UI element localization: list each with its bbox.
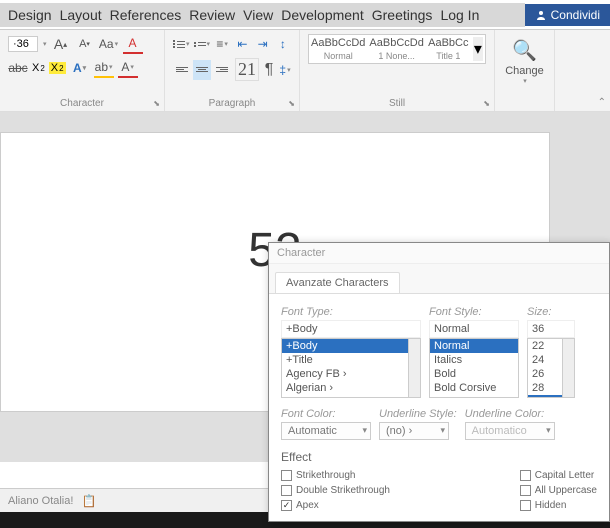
clear-formatting-button[interactable]: A (123, 34, 143, 54)
character-group-label: Character (60, 98, 104, 109)
increase-indent-button[interactable]: ⇥ (255, 34, 271, 54)
align-center-button[interactable] (193, 60, 211, 80)
numbered-list-button[interactable]: ▾ (194, 34, 211, 54)
font-style-label: Font Style: (429, 306, 519, 318)
expand-icon[interactable]: ⬊ (153, 99, 160, 108)
multilevel-list-button[interactable]: ≡▾ (214, 34, 230, 54)
align-right-button[interactable] (213, 60, 231, 80)
styles-group: AaBbCcDd Normal AaBbCcDd 1 None... AaBbC… (300, 30, 495, 111)
tab-advanced-characters[interactable]: Avanzate Characters (275, 272, 400, 293)
font-size-input[interactable]: ·36 (8, 36, 38, 52)
status-icon[interactable]: 📋 (81, 494, 96, 508)
underline-style-dropdown[interactable]: (no) › (379, 422, 449, 440)
collapse-ribbon-button[interactable]: ⌃ (598, 97, 606, 108)
style-title1[interactable]: AaBbCc Title 1 (428, 37, 469, 61)
grow-font-button[interactable]: A▴ (51, 34, 71, 54)
paragraph-mark-button[interactable]: ¶ (263, 60, 275, 80)
strikethrough-button[interactable]: abc (8, 58, 28, 78)
font-style-value[interactable]: Normal (429, 320, 519, 338)
sort-button[interactable]: ↕ (275, 34, 291, 54)
character-dialog: Character Avanzate Characters Font Type:… (268, 242, 610, 522)
font-color-button[interactable]: A▾ (118, 58, 138, 78)
checkbox-strikethrough[interactable]: Strikethrough (281, 470, 390, 481)
font-color-dropdown[interactable]: Automatic (281, 422, 371, 440)
share-button[interactable]: Condividi (525, 4, 610, 26)
line-number: 21 (235, 58, 259, 81)
superscript-button[interactable]: X2 (49, 62, 66, 74)
status-text: Aliano Otalia! (8, 495, 73, 507)
dialog-title: Character (269, 243, 609, 264)
chevron-down-icon[interactable]: ▾ (43, 40, 47, 48)
menu-layout[interactable]: Layout (60, 7, 102, 23)
align-left-button[interactable] (173, 60, 191, 80)
underline-color-label: Underline Color: (465, 408, 555, 420)
menu-review[interactable]: Review (189, 7, 235, 23)
checkbox-uppercase[interactable]: All Uppercase (520, 485, 597, 496)
share-label: Condividi (551, 8, 600, 22)
style-normal[interactable]: AaBbCcDd Normal (311, 37, 365, 61)
paragraph-group: ▾ ▾ ≡▾ ⇤ ⇥ ↕ 21 ¶ ‡▾ Paragraph ⬊ (165, 30, 300, 111)
menu-bar: Design Layout References Review View Dev… (0, 3, 525, 27)
font-type-listbox[interactable]: +Body +Title Agency FB › Algerian › Aria… (281, 338, 421, 398)
expand-icon[interactable]: ⬊ (483, 99, 490, 108)
bullet-list-button[interactable]: ▾ (173, 34, 190, 54)
menu-references[interactable]: References (110, 7, 182, 23)
chevron-down-icon: ▾ (523, 77, 527, 85)
status-bar: Aliano Otalia! 📋 (0, 488, 268, 512)
menu-greetings[interactable]: Greetings (372, 7, 433, 23)
checkbox-hidden[interactable]: Hidden (520, 500, 597, 511)
size-label: Size: (527, 306, 575, 318)
menu-view[interactable]: View (243, 7, 273, 23)
change-group: 🔍 Change ▾ (495, 30, 555, 111)
dialog-tabs: Avanzate Characters (269, 264, 609, 294)
style-gallery-expand[interactable]: ▾ (473, 37, 483, 61)
change-button[interactable]: 🔍 Change ▾ (503, 34, 546, 89)
menu-login[interactable]: Log In (440, 7, 479, 23)
checkbox-double-strikethrough[interactable]: Double Strikethrough (281, 485, 390, 496)
top-bar: Design Layout References Review View Dev… (0, 0, 610, 30)
highlight-button[interactable]: ab▾ (94, 58, 114, 78)
text-effects-button[interactable]: A▾ (70, 58, 90, 78)
scrollbar[interactable] (408, 339, 420, 397)
character-group: ·36 ▾ A▴ A▾ Aa▾ A abc X2 X2 A▾ ab▾ A▾ Ch… (0, 30, 165, 111)
style-gallery: AaBbCcDd Normal AaBbCcDd 1 None... AaBbC… (308, 34, 486, 64)
paragraph-group-label: Paragraph (209, 98, 256, 109)
font-style-listbox[interactable]: Normal Italics Bold Bold Corsive (429, 338, 519, 398)
checkbox-apex[interactable]: Apex (281, 500, 390, 511)
change-case-button[interactable]: Aa▾ (99, 34, 119, 54)
underline-color-dropdown[interactable]: Automatico (465, 422, 555, 440)
ribbon: ·36 ▾ A▴ A▾ Aa▾ A abc X2 X2 A▾ ab▾ A▾ Ch… (0, 30, 610, 112)
font-type-label: Font Type: (281, 306, 421, 318)
decrease-indent-button[interactable]: ⇤ (234, 34, 250, 54)
line-spacing-button[interactable]: ‡▾ (279, 60, 291, 80)
effect-section-label: Effect (281, 450, 597, 464)
size-value[interactable]: 36 (527, 320, 575, 338)
font-type-value[interactable]: +Body (281, 320, 421, 338)
search-icon: 🔍 (512, 38, 537, 63)
subscript-button[interactable]: X2 (32, 62, 45, 74)
person-icon (535, 9, 547, 21)
expand-icon[interactable]: ⬊ (288, 99, 295, 108)
styles-group-label: Still (389, 98, 405, 109)
font-color-label: Font Color: (281, 408, 371, 420)
shrink-font-button[interactable]: A▾ (75, 34, 95, 54)
menu-design[interactable]: Design (8, 7, 52, 23)
menu-development[interactable]: Development (281, 7, 364, 23)
underline-style-label: Underline Style: (379, 408, 457, 420)
size-listbox[interactable]: 22 24 26 28 36 (527, 338, 575, 398)
style-none[interactable]: AaBbCcDd 1 None... (369, 37, 423, 61)
scrollbar[interactable] (562, 339, 574, 397)
checkbox-capital[interactable]: Capital Letter (520, 470, 597, 481)
